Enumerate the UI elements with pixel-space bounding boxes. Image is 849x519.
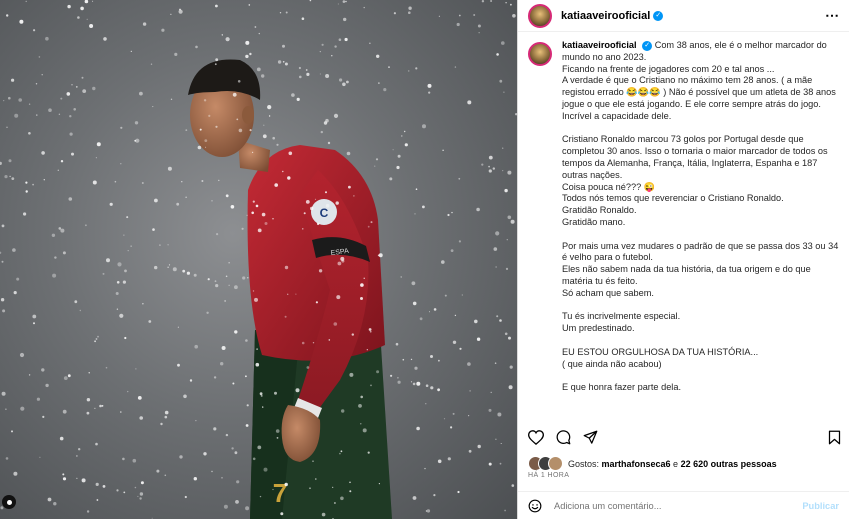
action-bar <box>528 426 841 448</box>
likes-text: Gostos: marthafonseca6 e 22 620 outras p… <box>568 459 777 469</box>
player-photo: C ESPA 7 <box>0 0 517 519</box>
tagged-user-icon[interactable] <box>2 495 16 509</box>
likes-prefix: Gostos: <box>568 458 602 469</box>
post-username[interactable]: katiaaveirooficial <box>561 10 650 22</box>
caption-line: Um predestinado. <box>562 323 635 334</box>
caption-line-0: katiaaveirooficial ✓ Com 38 anos, ele é … <box>562 40 841 64</box>
comment-bar: Publicar <box>518 491 849 519</box>
caption-line: Gratidão Ronaldo. <box>562 205 637 216</box>
caption-line: A verdade é que o Cristiano no máximo te… <box>562 75 836 121</box>
caption-line: ( que ainda não acabou) <box>562 358 662 369</box>
likes-suffix: e <box>670 458 681 469</box>
liker-avatars <box>528 456 563 471</box>
verified-badge-icon: ✓ <box>642 40 653 51</box>
more-options-icon[interactable]: ⋯ <box>825 7 839 24</box>
post-header: katiaaveirooficial ✓ ⋯ <box>518 0 849 32</box>
caption-line: Gratidão mano. <box>562 216 626 227</box>
caption-line: E que honra fazer parte dela. <box>562 382 682 393</box>
post-comment-button[interactable]: Publicar <box>802 501 839 511</box>
likes-others[interactable]: 22 620 outras pessoas <box>681 459 777 469</box>
jersey-number: 7 <box>273 478 287 508</box>
caption-line: Cristiano Ronaldo marcou 73 golos por Po… <box>562 134 828 180</box>
caption-username[interactable]: katiaaveirooficial <box>562 40 637 50</box>
emoji-icon[interactable] <box>528 499 542 513</box>
caption-line: Todos nós temos que reverenciar o Cristi… <box>562 193 784 204</box>
caption-line: Ficando na frente de jogadores com 20 e … <box>562 63 775 74</box>
caption-avatar[interactable] <box>528 42 552 66</box>
caption-line: Só acham que sabem. <box>562 287 654 298</box>
caption-line: Coisa pouca né??? 😜 <box>562 181 656 192</box>
caption-line: Eles não sabem nada da tua história, da … <box>562 264 811 286</box>
caption-line: Tu és incrivelmente especial. <box>562 311 681 322</box>
verified-badge-icon: ✓ <box>653 10 664 21</box>
share-icon[interactable] <box>583 430 598 445</box>
post-timestamp[interactable]: HÁ 1 HORA <box>528 472 569 479</box>
comment-input[interactable] <box>554 500 803 511</box>
caption-line: Por mais uma vez mudares o padrão de que… <box>562 240 839 263</box>
caption-body: katiaaveirooficial ✓ Com 38 anos, ele é … <box>562 40 841 415</box>
post-image[interactable]: C ESPA 7 <box>0 0 517 519</box>
bookmark-icon[interactable] <box>828 430 841 445</box>
caption-line: EU ESTOU ORGULHOSA DA TUA HISTÓRIA... <box>562 346 759 357</box>
likes-first-user[interactable]: marthafonseca6 <box>602 459 671 469</box>
comment-icon[interactable] <box>556 429 571 445</box>
likes-summary: Gostos: marthafonseca6 e 22 620 outras p… <box>528 456 841 471</box>
post-side-panel: katiaaveirooficial ✓ ⋯ katiaaveirooficia… <box>517 0 849 519</box>
armband-letter: C <box>320 206 329 220</box>
caption: katiaaveirooficial ✓ Com 38 anos, ele é … <box>528 40 841 415</box>
avatar[interactable] <box>528 3 552 28</box>
heart-icon[interactable] <box>528 429 544 445</box>
liker-avatar[interactable] <box>548 456 563 471</box>
